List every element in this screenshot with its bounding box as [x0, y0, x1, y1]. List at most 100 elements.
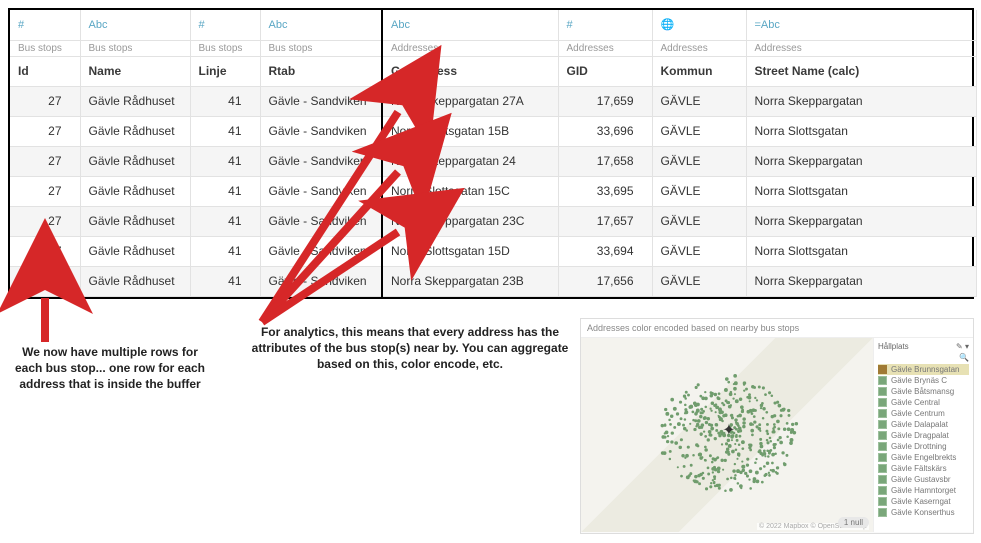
map-canvas[interactable]: ✦ © 2022 Mapbox © OpenStreetMap 1 null [581, 338, 873, 532]
map-legend: Hållplats ✎ ▾ 🔍 Gävle Brunnsgatan Gävle B… [873, 338, 973, 532]
col-type: # [190, 10, 260, 40]
col-header[interactable]: Street Name (calc) [746, 56, 976, 86]
cell: 27 [10, 176, 80, 206]
cell: Gävle - Sandviken [260, 86, 382, 116]
col-header[interactable]: Rtab [260, 56, 382, 86]
cell: 33,695 [558, 176, 652, 206]
table-row[interactable]: 27Gävle Rådhuset41Gävle - Sandviken Norra… [10, 176, 976, 206]
legend-swatch [878, 365, 887, 374]
col-source: Addresses [652, 40, 746, 56]
legend-label: Gävle Båtsmansg [891, 387, 954, 396]
legend-item[interactable]: Gävle Brynäs C [878, 375, 969, 386]
cell: Norra Slottsgatan [746, 236, 976, 266]
cell: GÄVLE [652, 116, 746, 146]
datatype-icon: # [18, 19, 24, 31]
table-row[interactable]: 27Gävle Rådhuset41Gävle - SandvikenNorra… [10, 206, 976, 236]
cell: 17,658 [558, 146, 652, 176]
cell: Norra Skeppargatan 24 [382, 146, 558, 176]
cell: Norra Slottsgatan [746, 116, 976, 146]
cell: Gävle Rådhuset [80, 176, 190, 206]
table-row[interactable]: 27Gävle Rådhuset41Gävle - SandvikenNorra… [10, 236, 976, 266]
legend-title: Hållplats [878, 342, 909, 351]
col-source: Addresses [382, 40, 558, 56]
datatype-icon: # [567, 19, 573, 31]
cell: Norra Skeppargatan [746, 146, 976, 176]
legend-item[interactable]: Gävle Centrum [878, 408, 969, 419]
cell: Norra Slottsgatan [746, 176, 976, 206]
legend-item[interactable]: Gävle Konserthus [878, 507, 969, 518]
legend-label: Gävle Hamntorget [891, 486, 956, 495]
legend-swatch [878, 442, 887, 451]
legend-item[interactable]: Gävle Drottning [878, 441, 969, 452]
legend-swatch [878, 420, 887, 429]
cell: 27 [10, 116, 80, 146]
col-source: Bus stops [10, 40, 80, 56]
cell: GÄVLE [652, 146, 746, 176]
legend-label: Gävle Brynäs C [891, 376, 947, 385]
legend-item[interactable]: Gävle Brunnsgatan [878, 364, 969, 375]
legend-search-icon[interactable]: 🔍 [959, 353, 969, 362]
cell: Gävle - Sandviken [260, 146, 382, 176]
cell: 41 [190, 176, 260, 206]
cell: 27 [10, 206, 80, 236]
map-title: Addresses color encoded based on nearby … [581, 319, 973, 338]
legend-label: Gävle Fältskärs [891, 464, 947, 473]
legend-item[interactable]: Gävle Engelbrekts [878, 452, 969, 463]
table-row[interactable]: 27Gävle Rådhuset41Gävle - SandvikenNorra… [10, 86, 976, 116]
col-header[interactable]: Kommun [652, 56, 746, 86]
col-header[interactable]: Gatuadress [382, 56, 558, 86]
cell: 41 [190, 206, 260, 236]
cell: Gävle - Sandviken [260, 266, 382, 296]
col-header[interactable]: Id [10, 56, 80, 86]
cell: Gävle Rådhuset [80, 236, 190, 266]
cell: GÄVLE [652, 206, 746, 236]
cell: 27 [10, 146, 80, 176]
legend-item[interactable]: Gävle Kaserngat [878, 496, 969, 507]
legend-item[interactable]: Gävle Dalapalat [878, 419, 969, 430]
legend-swatch [878, 409, 887, 418]
table-row[interactable]: 27Gävle Rådhuset41Gävle - SandvikenNorra… [10, 146, 976, 176]
legend-label: Gävle Kaserngat [891, 497, 951, 506]
cell: 17,659 [558, 86, 652, 116]
cell: 41 [190, 266, 260, 296]
map-body: ✦ © 2022 Mapbox © OpenStreetMap 1 null H… [581, 338, 973, 532]
legend-item[interactable]: Gävle Båtsmansg [878, 386, 969, 397]
cell: Gävle - Sandviken [260, 176, 382, 206]
table-row[interactable]: 27Gävle Rådhuset41Gävle - SandvikenNorra… [10, 116, 976, 146]
legend-label: Gävle Dragpalat [891, 431, 949, 440]
legend-label: Gävle Dalapalat [891, 420, 948, 429]
table-row[interactable]: 27Gävle Rådhuset41Gävle - SandvikenNorra… [10, 266, 976, 296]
col-source: Addresses [746, 40, 976, 56]
cell: 27 [10, 236, 80, 266]
cell: Norra Slottsgatan 15B [382, 116, 558, 146]
legend-label: Gävle Brunnsgatan [891, 365, 960, 374]
legend-item[interactable]: Gävle Central [878, 397, 969, 408]
col-type: # [10, 10, 80, 40]
col-header[interactable]: Linje [190, 56, 260, 86]
datatype-icon: Abc [269, 19, 288, 31]
col-type: Abc [80, 10, 190, 40]
cell: GÄVLE [652, 236, 746, 266]
map-null-pill[interactable]: 1 null [838, 517, 869, 528]
cell: Gävle Rådhuset [80, 146, 190, 176]
legend-item[interactable]: Gävle Hamntorget [878, 485, 969, 496]
cell: 17,657 [558, 206, 652, 236]
legend-item[interactable]: Gävle Fältskärs [878, 463, 969, 474]
highlight-icon[interactable]: ✎ ▾ [956, 342, 969, 351]
cell: GÄVLE [652, 266, 746, 296]
col-type: # [558, 10, 652, 40]
col-header[interactable]: GID [558, 56, 652, 86]
col-header[interactable]: Name [80, 56, 190, 86]
legend-swatch [878, 387, 887, 396]
legend-swatch [878, 486, 887, 495]
cell: Gävle - Sandviken [260, 206, 382, 236]
cell: 33,694 [558, 236, 652, 266]
legend-item[interactable]: Gävle Gustavsbr [878, 474, 969, 485]
cell: Gävle Rådhuset [80, 206, 190, 236]
legend-label: Gävle Konserthus [891, 508, 955, 517]
legend-item[interactable]: Gävle Dragpalat [878, 430, 969, 441]
cell: Norra Slottsgatan 15D [382, 236, 558, 266]
cell: 41 [190, 236, 260, 266]
col-source: Bus stops [260, 40, 382, 56]
legend-swatch [878, 508, 887, 517]
